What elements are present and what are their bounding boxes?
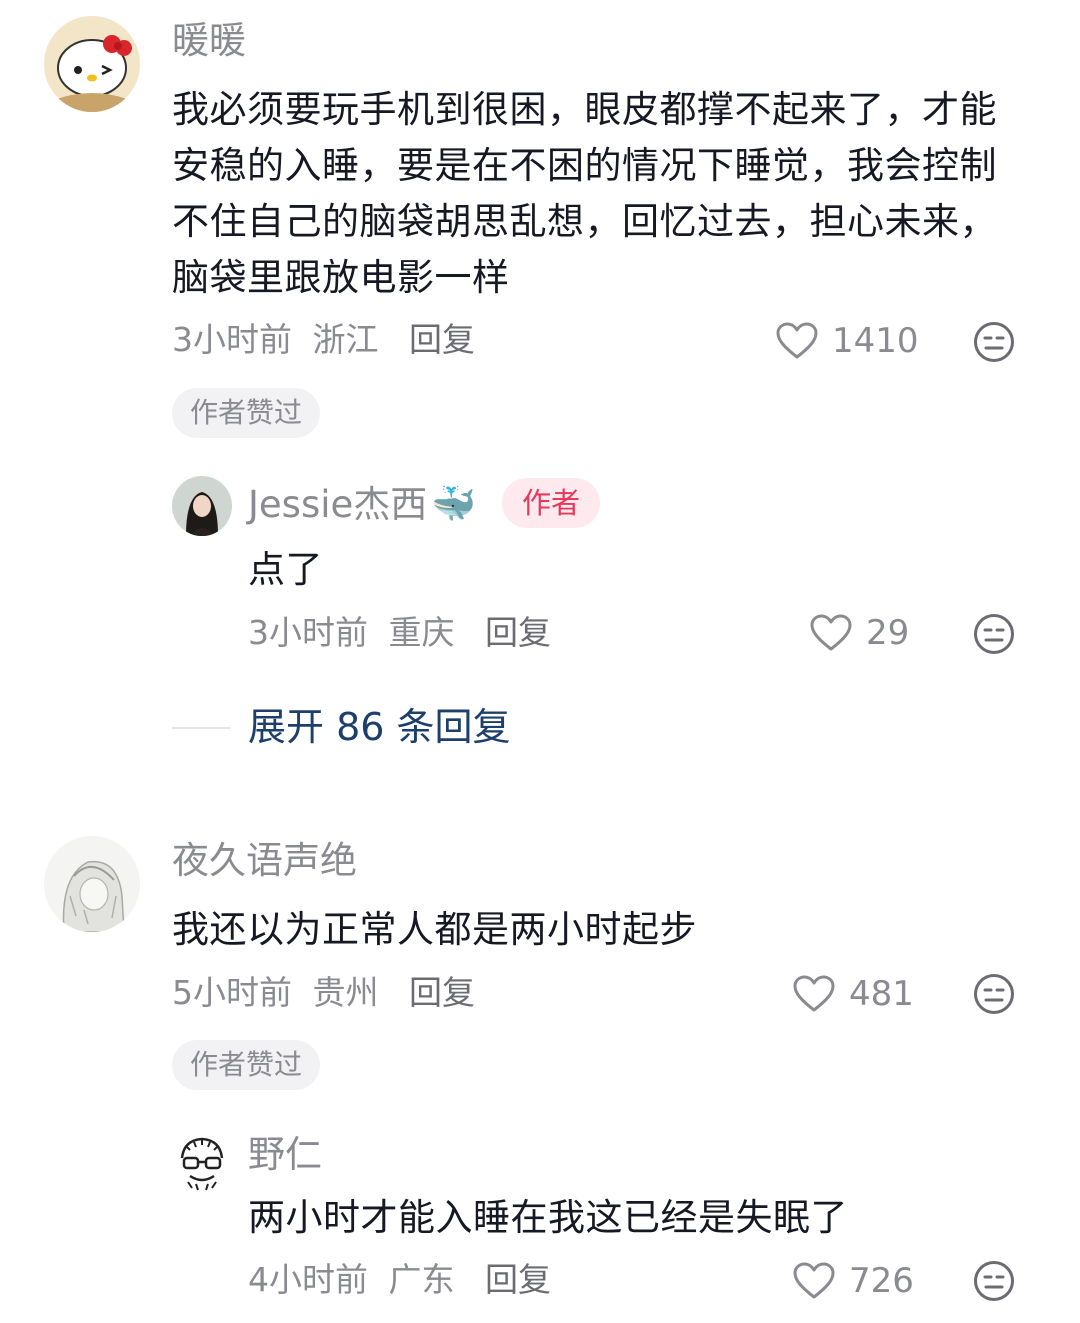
avatar[interactable] [44,836,140,932]
like-count: 481 [849,974,914,1014]
reply-button[interactable]: 回复 [485,1260,551,1299]
whale-emoji-icon: 🐳 [431,483,477,525]
reply-button[interactable]: 回复 [409,320,475,359]
like-count: 726 [849,1261,914,1301]
dislike-face-icon[interactable] [973,613,1015,655]
reply-avatar[interactable] [172,476,232,536]
sketch-portrait-avatar-icon [44,836,140,932]
comment-username[interactable]: 暖暖 [172,22,246,59]
expand-replies-button[interactable]: 展开 86 条回复 [248,708,511,746]
portrait-avatar-icon [172,476,232,536]
comment-time: 3小时前 [172,320,292,359]
reply-content: 点了 [248,548,323,591]
reply-meta: 4小时前 广东 回复 [248,1263,561,1296]
like-button[interactable]: 726 [793,1262,914,1300]
hello-kitty-avatar-icon [44,16,140,112]
reply-username[interactable]: 野仁 [248,1136,322,1173]
reply-time: 3小时前 [248,613,368,652]
author-liked-badge: 作者赞过 [172,388,321,438]
reply-button[interactable]: 回复 [485,613,551,652]
avatar[interactable] [44,16,140,112]
author-liked-badge: 作者赞过 [172,1040,321,1090]
reply-username[interactable]: Jessie杰西 🐳 [248,486,476,523]
like-button[interactable]: 1410 [776,322,919,360]
comment-content: 我必须要玩手机到很困，眼皮都撑不起来了，才能安稳的入睡，要是在不困的情况下睡觉，… [172,88,997,299]
reply-content: 两小时才能入睡在我这已经是失眠了 [248,1196,848,1239]
comment-meta: 3小时前 浙江 回复 [172,323,485,356]
like-button[interactable]: 481 [793,975,914,1013]
heart-icon [793,1262,835,1299]
reply-location: 重庆 [388,613,455,652]
doodle-face-avatar-icon [172,1132,232,1192]
comment-time: 5小时前 [172,973,292,1012]
reply-avatar[interactable] [172,1132,232,1192]
reply-time: 4小时前 [248,1260,368,1299]
dislike-face-icon[interactable] [973,973,1015,1015]
like-count: 1410 [832,321,919,361]
heart-icon [810,614,852,651]
dislike-face-icon[interactable] [973,321,1015,363]
like-button[interactable]: 29 [810,614,909,652]
heart-icon [776,322,818,359]
comment-username[interactable]: 夜久语声绝 [172,842,357,879]
expand-divider [172,727,230,729]
reply-meta: 3小时前 重庆 回复 [248,616,561,649]
reply-button[interactable]: 回复 [409,973,475,1012]
comment-meta: 5小时前 贵州 回复 [172,976,485,1009]
heart-icon [793,975,835,1012]
like-count: 29 [866,613,910,653]
comment-content: 我还以为正常人都是两小时起步 [172,908,697,951]
author-tag: 作者 [502,478,601,528]
comment-location: 浙江 [312,320,379,359]
reply-username-text: Jessie杰西 [248,483,428,526]
comment-location: 贵州 [312,973,379,1012]
reply-location: 广东 [388,1260,455,1299]
dislike-face-icon[interactable] [973,1260,1015,1302]
